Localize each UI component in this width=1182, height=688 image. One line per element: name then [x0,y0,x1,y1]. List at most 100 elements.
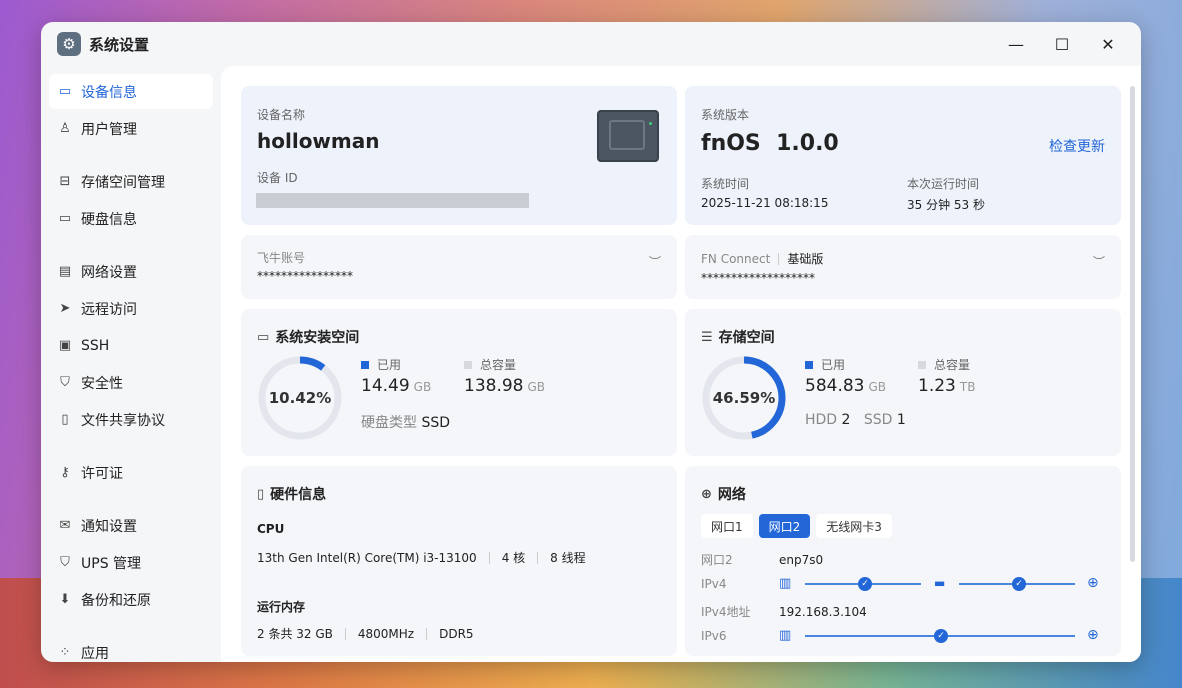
nas-device-icon [597,110,659,162]
system-card: 系统版本 fnOS 1.0.0 检查更新 系统时间 2025-11-21 08:… [685,86,1121,225]
disk-type-label: 硬盘类型 [361,415,417,431]
sidebar-item-notifications[interactable]: ✉ 通知设置 [49,508,213,543]
account-card: 飞牛账号 **************** ︶ [241,235,677,299]
install-used-unit: GB [413,380,432,394]
check-icon: ✓ [1012,577,1026,591]
shield-icon: ⛉ [60,375,70,390]
sidebar-item-label: 应用 [81,645,109,662]
ssd-label: SSD [863,412,893,428]
storage-icon: ☰ [701,329,713,345]
sidebar-item-label: SSH [81,337,110,354]
system-time-label: 系统时间 [701,177,750,191]
storage-used-unit: GB [868,380,887,394]
check-icon: ✓ [934,629,948,643]
install-total-unit: GB [527,380,546,394]
settings-gear-icon: ⚙ [57,32,81,56]
fnconnect-value: ******************* [701,271,815,285]
eye-closed-icon[interactable]: ︶ [649,253,661,270]
device-name: hollowman [257,129,380,153]
mail-icon: ✉ [59,518,71,533]
install-used-value: 14.49 [361,376,410,396]
sidebar-item-ups[interactable]: ⛉ UPS 管理 [49,545,213,580]
fnconnect-label: FN Connect [701,251,771,266]
sidebar-item-users[interactable]: ♙ 用户管理 [49,111,213,146]
memory-speed: 4800MHz [357,626,415,641]
hardware-title: 硬件信息 [270,487,327,503]
router-icon: ▬ [934,576,946,590]
tab-port1[interactable]: 网口1 [701,514,753,538]
sidebar: ▭ 设备信息 ♙ 用户管理 ⊟ 存储空间管理 ▭ 硬盘信息 ▤ 网络设置 ➤ 远程访问 ▣ S… [41,66,221,662]
total-swatch [918,360,926,369]
eye-closed-icon[interactable]: ︶ [1093,253,1105,270]
port-label: 网口2 [701,553,733,567]
memory-size: 2 条共 32 GB [257,627,333,641]
install-space-card: ▭ 系统安装空间 10.42% 已用 14.49 GB 总容量 138.98 GB 硬… [241,309,677,456]
used-label: 已用 [821,358,846,372]
maximize-button[interactable]: ☐ [1043,30,1081,58]
install-total-value: 138.98 [464,376,524,396]
sidebar-item-license[interactable]: ⚷ 许可证 [49,455,213,490]
total-label: 总容量 [934,358,971,372]
sidebar-item-label: 网络设置 [81,264,137,281]
sidebar-item-security[interactable]: ⛉ 安全性 [49,365,213,400]
system-time: 2025-11-21 08:18:15 [701,196,829,210]
close-button[interactable]: ✕ [1089,30,1127,58]
fnconnect-card: FN Connect 基础版 ******************* ︶ [685,235,1121,299]
ups-icon: ⛉ [60,555,70,570]
sidebar-item-label: 硬盘信息 [81,211,137,228]
sidebar-item-storage[interactable]: ⊟ 存储空间管理 [49,164,213,199]
key-icon: ⚷ [60,465,70,480]
cpu-cores: 4 核 [501,551,526,565]
sidebar-item-device-info[interactable]: ▭ 设备信息 [49,74,213,109]
sidebar-item-label: UPS 管理 [81,555,142,572]
sidebar-item-backup[interactable]: ⬇ 备份和还原 [49,582,213,617]
storage-total-unit: TB [959,380,976,394]
sidebar-item-label: 通知设置 [81,518,137,535]
install-space-title: 系统安装空间 [275,330,360,346]
window-title: 系统设置 [89,35,150,54]
sidebar-item-label: 设备信息 [81,84,137,101]
scrollbar[interactable] [1130,86,1135,562]
sidebar-item-network[interactable]: ▤ 网络设置 [49,254,213,289]
backup-icon: ⬇ [59,592,71,607]
tab-wireless3[interactable]: 无线网卡3 [816,514,892,538]
storage-title: 存储空间 [718,330,775,346]
storage-card: ☰ 存储空间 46.59% 已用 584.83 GB 总容量 1.23 TB HDD … [685,309,1121,456]
drive-icon: ▭ [58,84,72,99]
sidebar-item-label: 存储空间管理 [81,174,165,191]
port-icon: ▥ [779,576,792,591]
network-title: 网络 [717,487,746,503]
hdd-label: HDD [805,412,838,428]
tab-port2[interactable]: 网口2 [758,514,811,538]
uptime-label: 本次运行时间 [907,177,980,191]
ipv4-address: 192.168.3.104 [779,604,867,619]
sidebar-item-file-sharing[interactable]: ▯ 文件共享协议 [49,402,213,437]
used-swatch [805,360,813,369]
device-id-redacted [256,193,529,208]
sidebar-item-disks[interactable]: ▭ 硬盘信息 [49,201,213,236]
globe-icon: ⊕ [1087,575,1099,591]
cpu-threads: 8 线程 [550,551,586,565]
cpu-label: CPU [257,522,285,536]
sidebar-item-ssh[interactable]: ▣ SSH [49,328,213,363]
cpu-model: 13th Gen Intel(R) Core(TM) i3-13100 [257,550,477,565]
minimize-button[interactable]: — [997,30,1035,58]
storage-icon: ⊟ [59,174,71,189]
hdd-count: 2 [841,412,851,428]
check-icon: ✓ [858,577,872,591]
storage-percent: 46.59% [712,389,776,407]
storage-total-value: 1.23 [918,376,956,396]
send-icon: ➤ [59,301,71,316]
sidebar-item-remote[interactable]: ➤ 远程访问 [49,291,213,326]
version-label: 系统版本 [701,108,750,122]
ssd-count: 1 [896,412,906,428]
check-update-link[interactable]: 检查更新 [1049,136,1105,156]
sidebar-item-apps[interactable]: ⁘ 应用 [49,635,213,662]
ipv6-link-diagram: ▥ ✓ ⊕ [779,627,1099,644]
disk-type: SSD [421,415,451,431]
file-icon: ▯ [61,412,69,427]
total-swatch [464,360,472,369]
fnconnect-tier: 基础版 [787,252,824,266]
device-card: 设备名称 hollowman 设备 ID [241,86,677,225]
sidebar-item-label: 用户管理 [81,121,137,138]
